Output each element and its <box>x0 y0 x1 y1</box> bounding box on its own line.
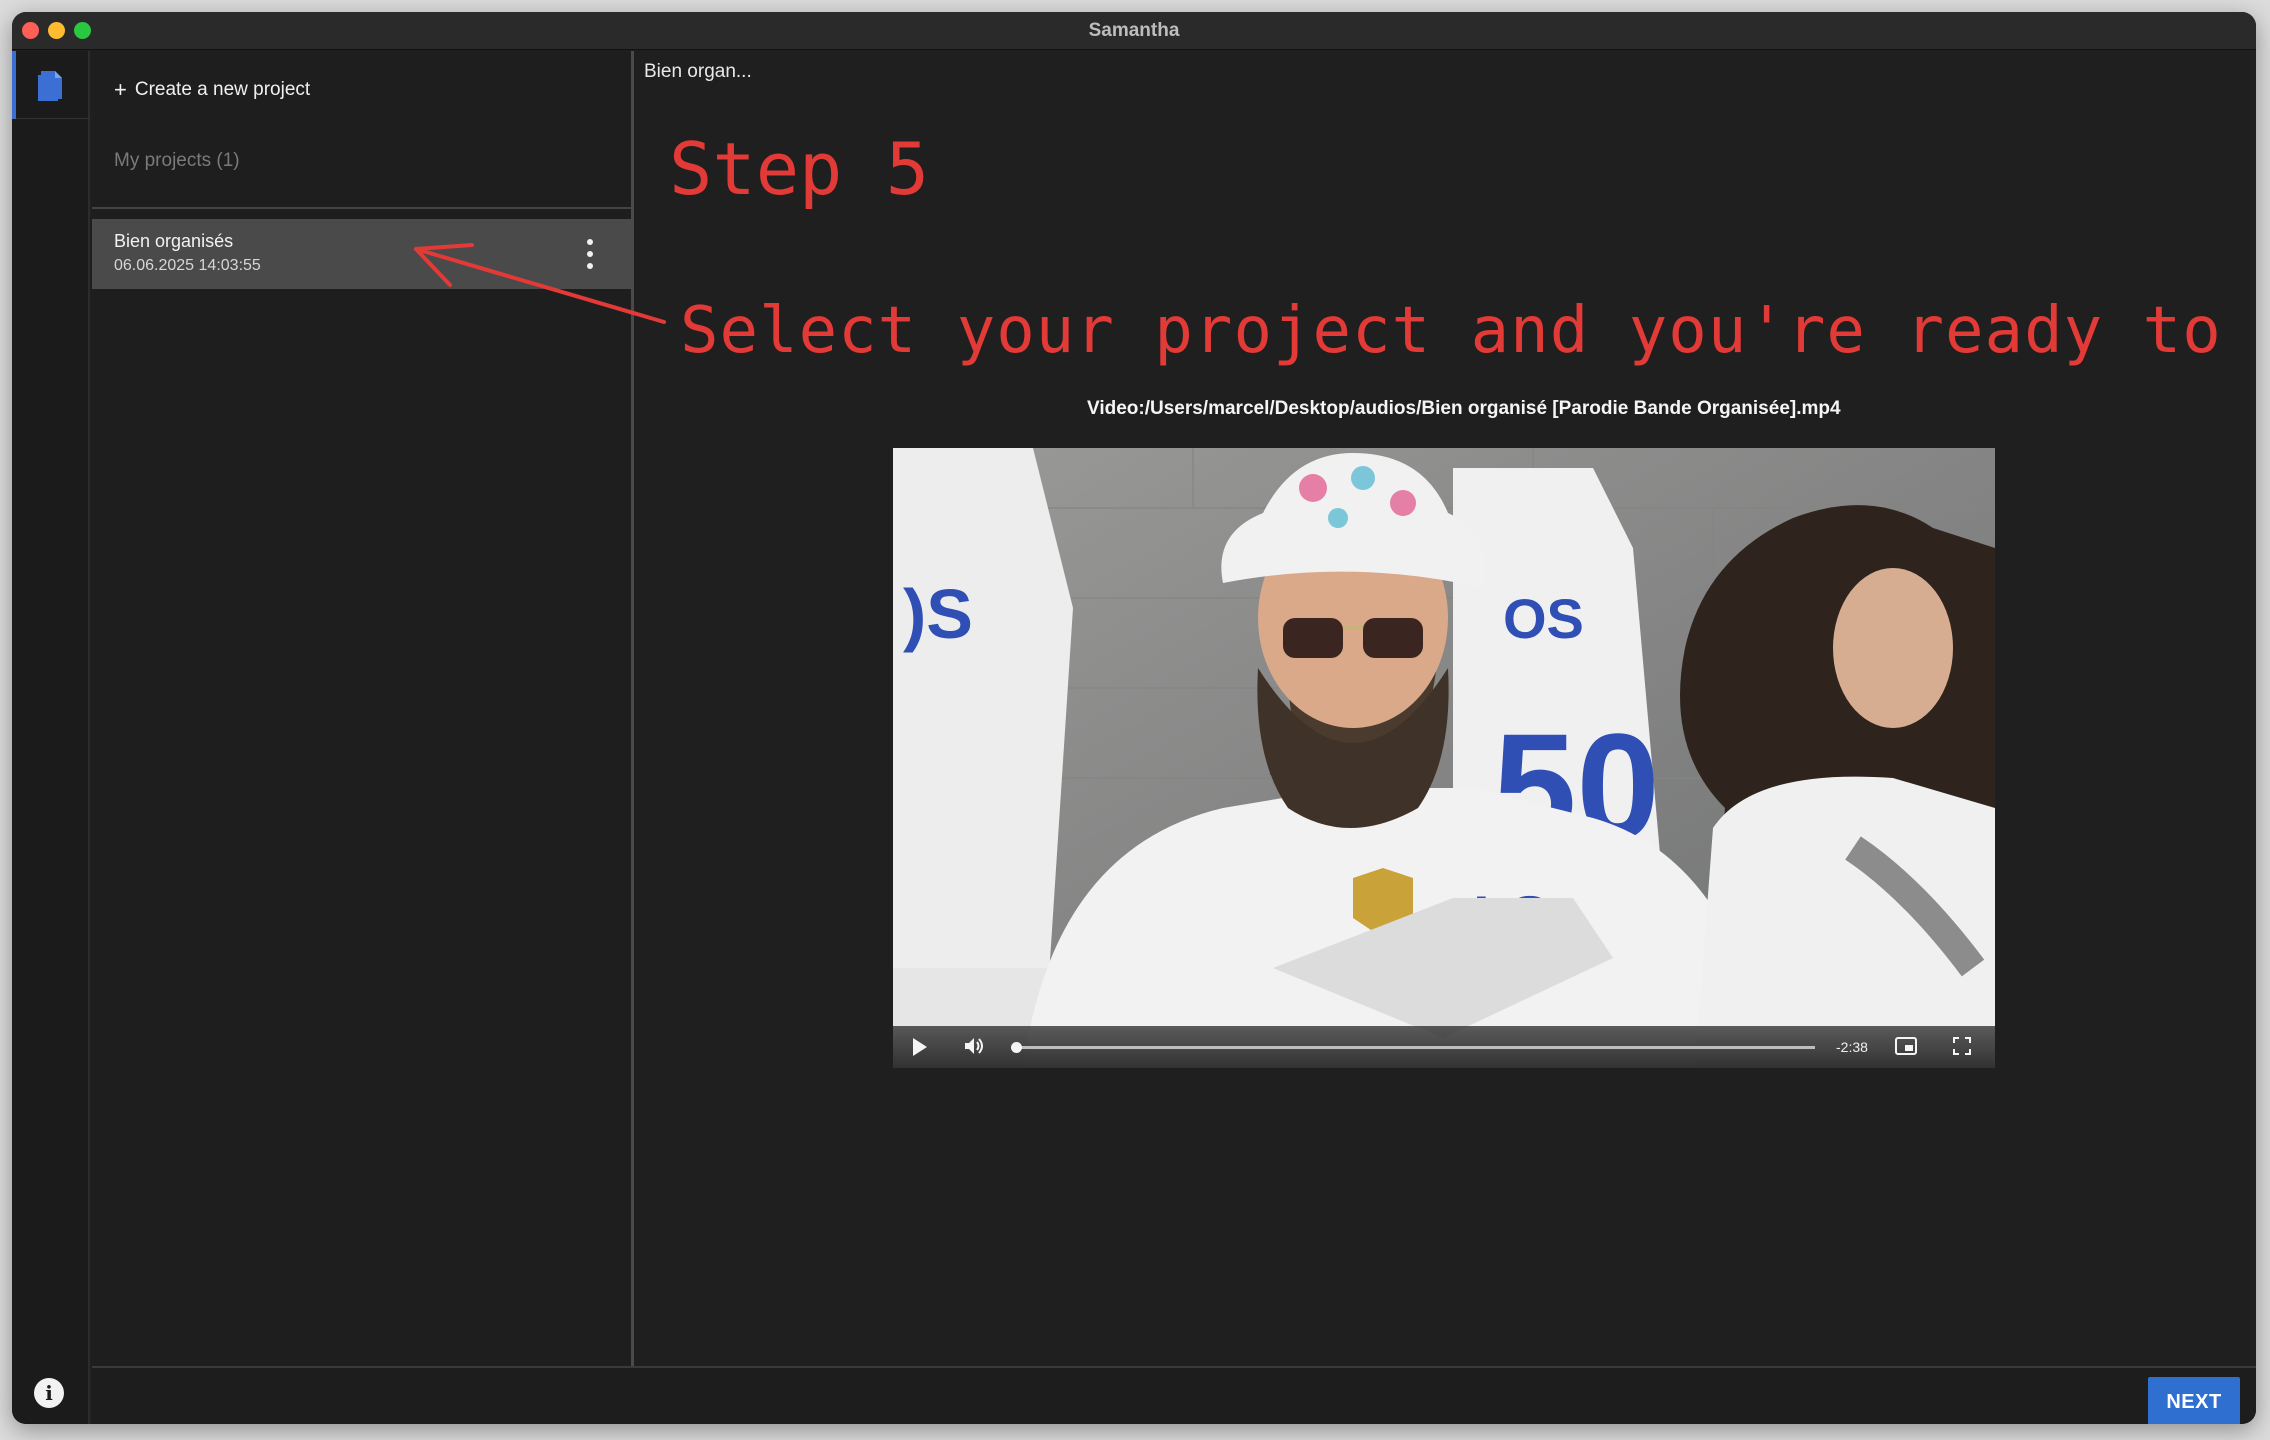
player-controls: -2:38 <box>893 1026 1995 1068</box>
breadcrumb: Bien organ... <box>644 61 752 82</box>
step-annotation: Step 5 <box>669 127 930 211</box>
document-icon <box>38 70 62 101</box>
svg-text:OS: OS <box>1503 587 1584 650</box>
fullscreen-icon[interactable] <box>1953 1037 1971 1055</box>
app-window: Samantha i + Create a new project My pro… <box>12 12 2256 1424</box>
plus-icon: + <box>114 77 127 102</box>
close-window-button[interactable] <box>22 22 39 39</box>
play-icon[interactable] <box>913 1038 927 1056</box>
create-project-label: Create a new project <box>134 79 311 100</box>
divider <box>92 207 631 209</box>
volume-icon[interactable] <box>963 1036 985 1056</box>
time-remaining: -2:38 <box>1836 1039 1868 1055</box>
create-project-button[interactable]: + Create a new project <box>114 79 310 101</box>
next-button[interactable]: NEXT <box>2148 1377 2240 1424</box>
project-preview-panel: Bien organ... Video:/Users/marcel/Deskto… <box>637 51 2256 1366</box>
video-frame: )S OS 50 LS <box>893 448 1995 1068</box>
window-controls <box>22 22 91 39</box>
projects-nav-button[interactable] <box>12 51 90 119</box>
footer-bar: NEXT <box>92 1366 2256 1424</box>
window-title: Samantha <box>1088 19 1180 41</box>
maximize-window-button[interactable] <box>74 22 91 39</box>
title-bar: Samantha <box>12 12 2256 50</box>
icon-bar: i <box>12 51 90 1424</box>
seek-bar[interactable] <box>1020 1046 1815 1049</box>
hint-annotation: Select your project and you're ready to … <box>680 294 2256 368</box>
project-date: 06.06.2025 14:03:55 <box>114 257 261 274</box>
svg-text:)S: )S <box>903 575 973 653</box>
projects-count-label: My projects (1) <box>114 150 240 171</box>
picture-in-picture-icon[interactable] <box>1895 1037 1917 1055</box>
info-icon[interactable]: i <box>34 1378 64 1408</box>
annotation-arrow <box>414 243 666 324</box>
seek-handle[interactable] <box>1011 1042 1022 1053</box>
video-path: Video:/Users/marcel/Desktop/audios/Bien … <box>1087 398 1841 419</box>
video-player[interactable]: )S OS 50 LS <box>893 448 1995 1068</box>
minimize-window-button[interactable] <box>48 22 65 39</box>
project-name: Bien organisés <box>114 231 234 251</box>
